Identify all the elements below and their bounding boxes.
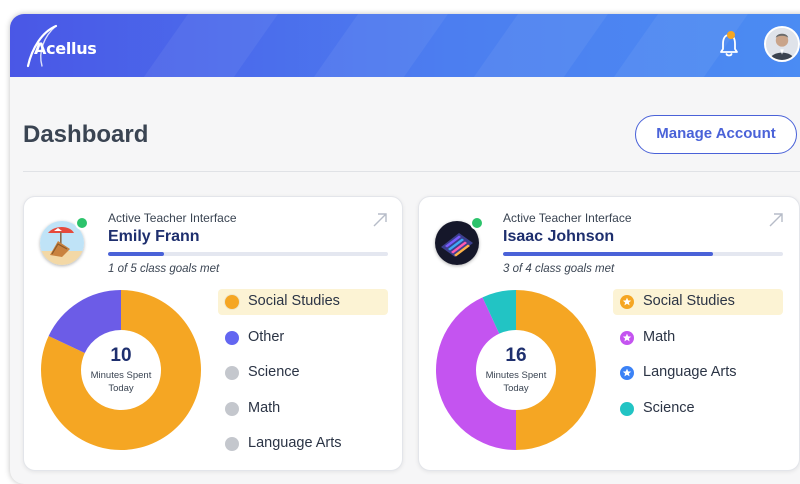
donut-hole — [81, 330, 161, 410]
subject-legend: Social Studies Other Science Math Language A… — [218, 289, 388, 467]
top-bar: Acellus — [10, 14, 800, 77]
teacher-name[interactable]: Emily Frann — [108, 228, 200, 246]
dot-icon — [225, 295, 239, 309]
goals-progress-bar — [503, 252, 783, 256]
legend-item[interactable]: Science — [218, 360, 388, 386]
legend-label: Language Arts — [248, 435, 342, 451]
legend-label: Language Arts — [643, 364, 737, 380]
user-avatar[interactable] — [764, 26, 800, 62]
legend-label: Math — [643, 328, 676, 345]
teacher-name[interactable]: Isaac Johnson — [503, 228, 614, 246]
legend-label: Science — [248, 364, 300, 380]
divider — [23, 171, 800, 172]
legend-label: Other — [248, 328, 285, 345]
minutes-donut-chart — [41, 290, 202, 450]
legend-item[interactable]: Math — [218, 396, 388, 422]
legend-item[interactable]: Science — [613, 396, 783, 422]
star-badge-icon — [620, 295, 634, 309]
dot-icon — [225, 330, 239, 345]
legend-label: Social Studies — [643, 293, 735, 309]
star-badge-icon — [620, 330, 634, 345]
dot-icon — [225, 437, 239, 451]
legend-label: Science — [643, 399, 695, 416]
card-subtitle: Active Teacher Interface — [503, 211, 632, 225]
status-dot — [470, 216, 484, 230]
legend-label: Social Studies — [248, 293, 340, 309]
legend-item[interactable]: Math — [613, 325, 783, 351]
subject-legend: Social Studies Math Language Arts Science — [613, 289, 783, 431]
legend-item[interactable]: Other — [218, 325, 388, 351]
expand-arrow-icon[interactable] — [371, 211, 389, 229]
star-badge-icon — [620, 366, 634, 380]
dot-icon — [225, 401, 239, 416]
goals-text: 3 of 4 class goals met — [503, 263, 615, 275]
app-window: Acellus Dashboard Manage Account Active … — [10, 14, 800, 484]
teacher-card[interactable]: Active Teacher Interface Emily Frann 1 o… — [23, 196, 403, 471]
minutes-donut-chart — [435, 290, 596, 450]
legend-item[interactable]: Language Arts — [218, 431, 388, 457]
expand-arrow-icon[interactable] — [767, 211, 785, 229]
goals-progress-fill — [108, 252, 164, 256]
brand-name: Acellus — [34, 39, 97, 58]
manage-account-button[interactable]: Manage Account — [635, 115, 797, 154]
donut-hole — [476, 330, 556, 410]
notification-badge — [727, 31, 735, 39]
page-title: Dashboard — [23, 121, 149, 148]
legend-item[interactable]: Language Arts — [613, 360, 783, 386]
legend-item[interactable]: Social Studies — [218, 289, 388, 315]
goals-progress-fill — [503, 252, 713, 256]
teacher-card[interactable]: Active Teacher Interface Isaac Johnson 3… — [418, 196, 800, 471]
card-subtitle: Active Teacher Interface — [108, 211, 237, 225]
legend-label: Math — [248, 399, 281, 416]
dot-icon — [620, 401, 634, 416]
goals-progress-bar — [108, 252, 388, 256]
status-dot — [75, 216, 89, 230]
user-photo-icon — [766, 28, 798, 60]
dot-icon — [225, 366, 239, 380]
legend-item[interactable]: Social Studies — [613, 289, 783, 315]
goals-text: 1 of 5 class goals met — [108, 263, 220, 275]
